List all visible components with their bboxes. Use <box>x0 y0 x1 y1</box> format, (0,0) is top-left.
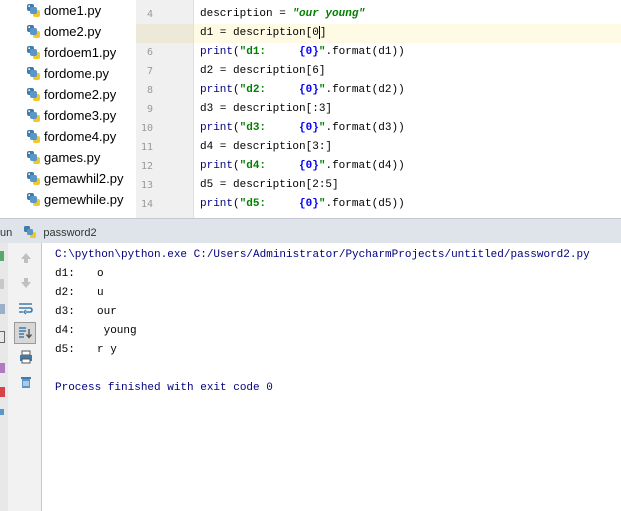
run-toolbar <box>8 243 42 511</box>
python-file-icon <box>27 4 40 17</box>
file-name: fordome.py <box>44 66 110 81</box>
file-item[interactable]: fordome4.py <box>26 126 116 147</box>
python-file-icon <box>27 130 40 143</box>
trash-icon[interactable] <box>16 372 36 392</box>
file-name: fordome3.py <box>44 108 117 123</box>
python-file-icon <box>27 172 40 185</box>
file-item[interactable]: fordoem1.py <box>26 42 116 63</box>
python-file-icon <box>27 25 40 38</box>
file-name: dome2.py <box>44 24 102 39</box>
file-item[interactable]: fordome2.py <box>26 84 116 105</box>
code-line: print("d3: {0}".format(d3)) <box>200 122 405 134</box>
run-config-name[interactable]: password2 <box>43 227 96 239</box>
line-number: 11 <box>140 142 153 153</box>
code-line: d4 = description[3:] <box>200 141 333 153</box>
console-output-line: d2: u <box>55 287 104 299</box>
file-item[interactable]: fordome.py <box>26 63 109 84</box>
line-number: 12 <box>140 161 153 172</box>
code-line: d3 = description[:3] <box>200 103 333 115</box>
scroll-to-end-icon[interactable] <box>14 322 36 344</box>
line-number: 9 <box>146 104 153 115</box>
soft-wrap-icon[interactable] <box>16 298 36 318</box>
file-item[interactable]: games.py <box>26 147 100 168</box>
stop-icon[interactable] <box>0 279 4 289</box>
file-item[interactable]: gemewhile1.py <box>26 210 131 213</box>
file-name: fordome4.py <box>44 129 117 144</box>
code-editor[interactable]: description = "our young" d1 = descriptio… <box>194 0 621 218</box>
file-item[interactable]: dome1.py <box>26 0 101 21</box>
line-number: 7 <box>146 66 153 77</box>
line-number: 8 <box>146 85 153 96</box>
file-item[interactable]: dome2.py <box>26 21 101 42</box>
run-controls-strip <box>0 243 8 511</box>
console-output-line: d4: young <box>55 325 137 337</box>
pin-tab-icon[interactable] <box>0 331 5 343</box>
help-icon[interactable] <box>0 409 4 415</box>
console-exit-message: Process finished with exit code 0 <box>55 382 273 394</box>
down-arrow-icon[interactable] <box>16 273 36 293</box>
file-item[interactable]: fordome3.py <box>26 105 116 126</box>
current-line-gutter-highlight <box>136 24 193 43</box>
python-file-icon <box>27 67 40 80</box>
code-line: d1 = description[0] <box>200 25 327 39</box>
run-tab-label[interactable]: un <box>0 227 12 239</box>
code-line: d2 = description[6] <box>200 65 326 77</box>
line-number: 13 <box>140 180 153 191</box>
file-name: gemawhil2.py <box>44 171 124 186</box>
line-number: 10 <box>140 123 153 134</box>
close-run-icon[interactable] <box>0 387 5 397</box>
code-line: description = "our young" <box>200 8 366 20</box>
code-line: d5 = description[2:5] <box>200 179 339 191</box>
code-line: print("d4: {0}".format(d4)) <box>200 160 405 172</box>
line-number: 14 <box>140 199 153 210</box>
python-file-icon <box>27 193 40 206</box>
python-run-config-icon <box>24 226 37 238</box>
file-name: games.py <box>44 150 101 165</box>
run-tool-window-header: un password2 <box>0 218 621 243</box>
console-output-line: d3: our <box>55 306 117 318</box>
file-name: dome1.py <box>44 3 102 18</box>
code-line: print("d2: {0}".format(d2)) <box>200 84 405 96</box>
text-caret <box>318 25 320 39</box>
file-item[interactable]: gemawhil2.py <box>26 168 124 189</box>
line-number: 4 <box>146 9 153 20</box>
code-line: print("d5: {0}".format(d5)) <box>200 198 405 210</box>
file-name: fordome2.py <box>44 87 117 102</box>
console-output-line: d5: r y <box>55 344 117 356</box>
file-name: fordoem1.py <box>44 45 117 60</box>
up-arrow-icon[interactable] <box>16 248 36 268</box>
settings-icon[interactable] <box>0 363 5 373</box>
line-number: 6 <box>146 47 153 58</box>
python-file-icon <box>27 109 40 122</box>
python-file-icon <box>27 46 40 59</box>
run-console[interactable]: C:\python\python.exe C:/Users/Administra… <box>42 243 621 511</box>
python-file-icon <box>27 151 40 164</box>
console-command: C:\python\python.exe C:/Users/Administra… <box>55 249 590 261</box>
rerun-icon[interactable] <box>0 251 4 261</box>
file-item[interactable]: gemewhile.py <box>26 189 124 210</box>
code-line: print("d1: {0}".format(d1)) <box>200 46 405 58</box>
python-file-icon <box>27 88 40 101</box>
file-name: gemewhile.py <box>44 192 124 207</box>
print-icon[interactable] <box>16 347 36 367</box>
restore-layout-icon[interactable] <box>0 304 5 314</box>
console-output-line: d1: o <box>55 268 104 280</box>
project-tree: dome1.py dome2.py fordoem1.py fordome.py for… <box>0 0 136 213</box>
